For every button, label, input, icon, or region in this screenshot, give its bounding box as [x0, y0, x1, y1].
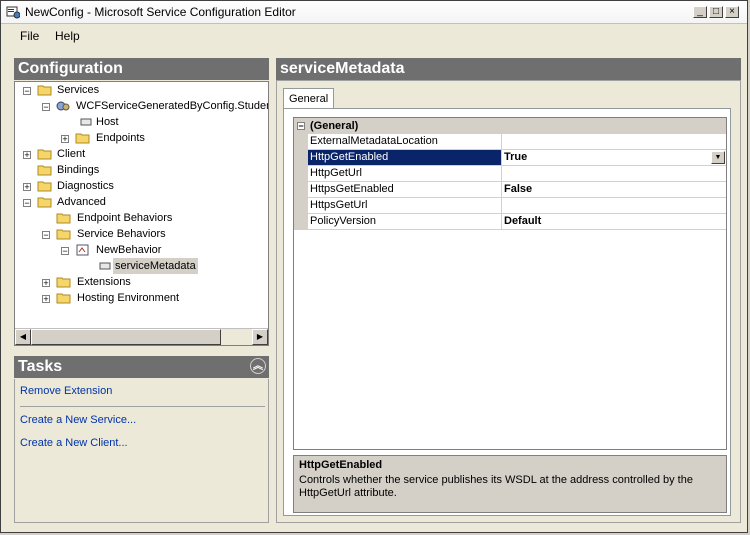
collapse-icon[interactable]: − [61, 247, 69, 256]
description-title: HttpGetEnabled [299, 459, 383, 471]
folder-icon [37, 196, 53, 208]
tree-item-diagnostics[interactable]: Diagnostics [57, 178, 114, 194]
collapse-icon[interactable]: − [42, 231, 50, 240]
detail-panel: General − (General) ExternalMetadataLoca… [276, 80, 741, 523]
horizontal-scrollbar[interactable]: ◀ ▶ [15, 328, 268, 345]
folder-icon [56, 292, 72, 304]
property-row[interactable]: HttpsGetEnabled False [308, 182, 726, 198]
folder-icon [56, 276, 72, 288]
description-text: Controls whether the service publishes i… [299, 474, 693, 499]
minimize-button[interactable]: _ [693, 6, 707, 18]
main-window: NewConfig - Microsoft Service Configurat… [0, 0, 748, 533]
menu-file[interactable]: File [20, 29, 39, 43]
collapse-icon[interactable]: − [42, 103, 50, 112]
divider [501, 150, 502, 166]
folder-icon [37, 180, 53, 192]
property-grid: − (General) ExternalMetadataLocation Htt… [293, 117, 727, 450]
folder-icon [37, 164, 53, 176]
property-row[interactable]: HttpsGetUrl [308, 198, 726, 214]
create-service-link[interactable]: Create a New Service... [20, 414, 136, 426]
scroll-right-button[interactable]: ▶ [252, 329, 268, 345]
divider [501, 182, 502, 198]
property-value[interactable]: True [504, 150, 527, 165]
expand-icon[interactable]: + [61, 135, 69, 144]
tree-item-service-behaviors[interactable]: Service Behaviors [77, 226, 166, 242]
configuration-tree[interactable]: − Services − WCFServiceGeneratedByConfig… [14, 81, 269, 346]
expand-icon[interactable]: + [23, 183, 31, 192]
service-icon [55, 100, 71, 112]
folder-icon [37, 84, 53, 96]
divider [501, 198, 502, 214]
tree-item-service-metadata[interactable]: serviceMetadata [113, 258, 198, 274]
tasks-title: Tasks [18, 358, 63, 375]
folder-icon [75, 132, 91, 144]
property-name: HttpsGetUrl [310, 199, 368, 211]
scroll-thumb[interactable] [31, 329, 221, 345]
tree-item-hosting-environment[interactable]: Hosting Environment [77, 290, 179, 306]
grid-gutter [294, 134, 308, 230]
general-tab-page: − (General) ExternalMetadataLocation Htt… [283, 108, 731, 516]
window-title: NewConfig - Microsoft Service Configurat… [25, 5, 296, 19]
tasks-header: Tasks ︽ [14, 356, 269, 378]
property-row[interactable]: HttpGetUrl [308, 166, 726, 182]
property-row[interactable]: ExternalMetadataLocation [308, 134, 726, 150]
configuration-header: Configuration [14, 58, 269, 80]
property-name: HttpGetUrl [310, 167, 362, 179]
tasks-panel: Remove Extension Create a New Service...… [14, 379, 269, 523]
collapse-icon[interactable]: − [297, 122, 305, 131]
folder-icon [56, 228, 72, 240]
tree-item-new-behavior[interactable]: NewBehavior [96, 242, 161, 258]
collapse-icon[interactable]: − [23, 87, 31, 96]
divider [20, 406, 265, 407]
menu-help[interactable]: Help [55, 29, 80, 43]
folder-icon [37, 148, 53, 160]
create-client-link[interactable]: Create a New Client... [20, 437, 128, 449]
host-icon [78, 116, 94, 128]
remove-extension-link[interactable]: Remove Extension [20, 385, 112, 397]
property-name: ExternalMetadataLocation [310, 135, 438, 147]
tree-item-extensions[interactable]: Extensions [77, 274, 131, 290]
tree-item-client[interactable]: Client [57, 146, 85, 162]
expand-icon[interactable]: + [23, 151, 31, 160]
expand-icon[interactable]: + [42, 295, 50, 304]
category-label: (General) [310, 120, 359, 132]
collapse-icon[interactable]: − [23, 199, 31, 208]
tab-general[interactable]: General [283, 88, 335, 108]
property-row-selected[interactable]: HttpGetEnabled True ▼ [308, 150, 726, 166]
tree-item-advanced[interactable]: Advanced [57, 194, 106, 210]
detail-header: serviceMetadata [276, 58, 741, 80]
tree-item-services[interactable]: Services [57, 82, 99, 98]
property-description: HttpGetEnabled Controls whether the serv… [293, 455, 727, 513]
divider [501, 134, 502, 150]
property-name: HttpsGetEnabled [310, 183, 394, 195]
tree-item-service[interactable]: WCFServiceGeneratedByConfig.Student [76, 98, 268, 114]
property-name: PolicyVersion [310, 215, 377, 227]
dropdown-arrow-icon[interactable]: ▼ [711, 151, 725, 164]
title-bar: NewConfig - Microsoft Service Configurat… [1, 1, 747, 24]
property-value[interactable]: Default [504, 214, 541, 229]
behavior-icon [75, 244, 91, 256]
divider [501, 214, 502, 230]
tree-item-bindings[interactable]: Bindings [57, 162, 99, 178]
expand-icon[interactable]: + [42, 279, 50, 288]
chevron-up-icon[interactable]: ︽ [250, 358, 266, 374]
tree-item-endpoints[interactable]: Endpoints [96, 130, 145, 146]
close-button[interactable]: × [725, 6, 739, 18]
menu-bar: File Help [1, 24, 747, 48]
property-value[interactable]: False [504, 182, 532, 197]
scroll-left-button[interactable]: ◀ [15, 329, 31, 345]
app-icon [6, 5, 21, 19]
property-name: HttpGetEnabled [310, 151, 389, 163]
folder-icon [56, 212, 72, 224]
divider [501, 166, 502, 182]
element-icon [97, 260, 113, 272]
category-row[interactable]: − (General) [294, 118, 726, 134]
tree-item-endpoint-behaviors[interactable]: Endpoint Behaviors [77, 210, 172, 226]
property-row[interactable]: PolicyVersion Default [308, 214, 726, 230]
tree-item-host[interactable]: Host [96, 114, 119, 130]
maximize-button[interactable]: □ [709, 6, 723, 18]
